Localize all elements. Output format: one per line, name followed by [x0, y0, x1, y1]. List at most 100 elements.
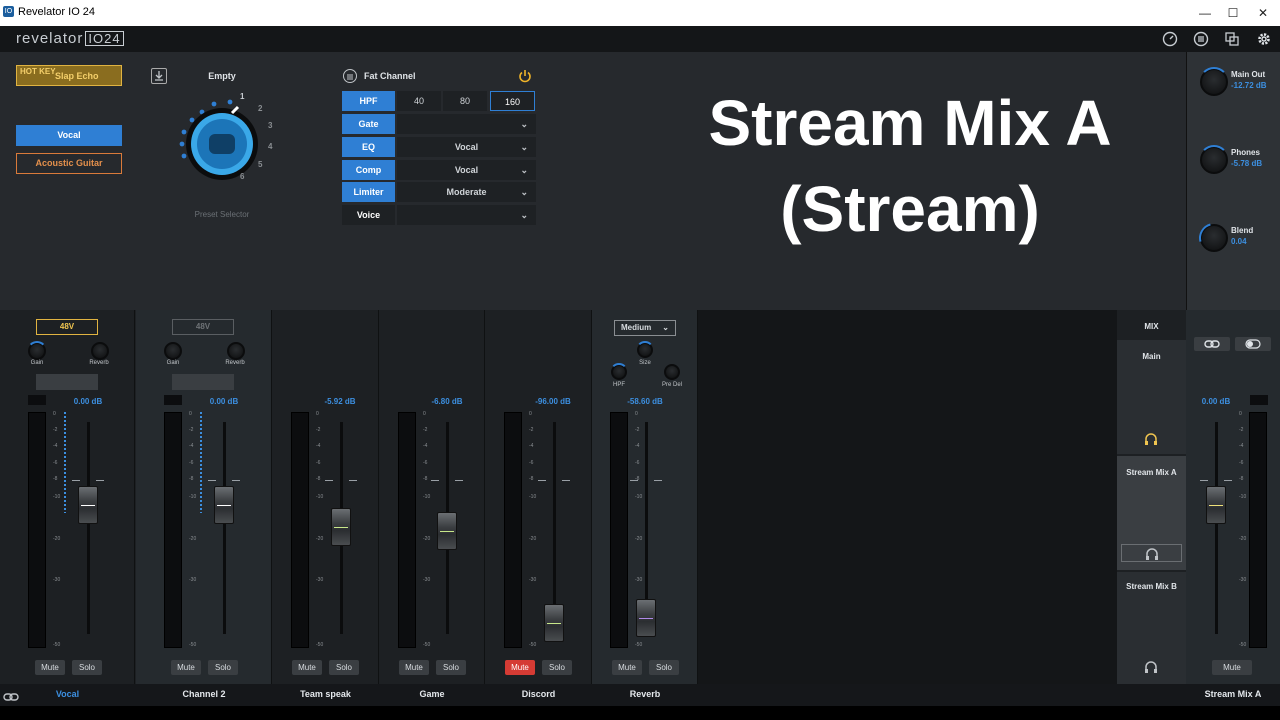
- preset-acoustic-guitar-button[interactable]: Acoustic Guitar: [16, 153, 122, 174]
- headphones-icon[interactable]: [1143, 432, 1159, 446]
- reverb-predelay-knob[interactable]: [664, 364, 680, 380]
- solo-button-ch5[interactable]: Solo: [542, 660, 572, 675]
- level-meter-ch3: [291, 412, 309, 648]
- main-out-knob[interactable]: [1199, 67, 1229, 96]
- blend-knob[interactable]: [1193, 217, 1235, 259]
- gate-toggle[interactable]: Gate: [342, 114, 395, 134]
- scale-tick: -4: [316, 443, 321, 450]
- channel-name-ch3[interactable]: Team speak: [272, 689, 379, 699]
- mute-button-ch1[interactable]: Mute: [35, 660, 65, 675]
- logo: revelator IO24: [16, 30, 124, 47]
- meter-scale-ch2: 0 -2 -4 -6 -8 -10 -20 -30 -50: [189, 412, 199, 648]
- channel-name-ch2[interactable]: Channel 2: [136, 689, 272, 699]
- gain-knob-ch2[interactable]: [164, 342, 182, 360]
- gain-knob-ch1[interactable]: [27, 341, 47, 360]
- reverb-size-knob[interactable]: [636, 341, 654, 358]
- chevron-down-icon: ⌄: [520, 142, 528, 152]
- fader-ch2[interactable]: [214, 485, 234, 524]
- limiter-select[interactable]: Moderate ⌄: [397, 182, 536, 202]
- phones-label: Phones: [1231, 148, 1260, 157]
- scale-tick: -30: [53, 577, 61, 584]
- solo-button-ch3[interactable]: Solo: [329, 660, 359, 675]
- mute-button-ch3[interactable]: Mute: [292, 660, 322, 675]
- headphones-button-stream-a[interactable]: [1121, 544, 1182, 562]
- pan-control-ch2[interactable]: [172, 374, 234, 390]
- fader-ch6[interactable]: [636, 598, 656, 637]
- fader-master[interactable]: [1206, 485, 1226, 524]
- unity-mark: [538, 480, 546, 481]
- solo-button-ch2[interactable]: Solo: [208, 660, 238, 675]
- voice-select[interactable]: ⌄: [397, 205, 536, 225]
- channel-name-ch4[interactable]: Game: [379, 689, 485, 699]
- comp-select[interactable]: Vocal ⌄: [397, 160, 536, 180]
- reverb-knob-ch1[interactable]: [91, 342, 109, 360]
- copy-icon[interactable]: [1224, 31, 1240, 47]
- hpf-option-80[interactable]: 80: [443, 91, 487, 111]
- headphones-icon[interactable]: [1143, 660, 1159, 674]
- meter-scale-ch5: 0 -2 -4 -6 -8 -10 -20 -30 -50: [529, 412, 539, 648]
- solo-button-ch1[interactable]: Solo: [72, 660, 102, 675]
- scale-tick: -10: [529, 494, 537, 501]
- limiter-toggle[interactable]: Limiter: [342, 182, 395, 202]
- hpf-option-40[interactable]: 40: [397, 91, 441, 111]
- scale-tick: -30: [529, 577, 537, 584]
- mute-button-ch6[interactable]: Mute: [612, 660, 642, 675]
- fader-track-ch1: [87, 422, 90, 634]
- channel-name-ch5[interactable]: Discord: [485, 689, 592, 699]
- reverb-room-select[interactable]: Medium ⌄: [614, 320, 676, 336]
- comp-toggle[interactable]: Comp: [342, 160, 395, 180]
- close-button[interactable]: ✕: [1248, 0, 1278, 26]
- mute-button-ch2[interactable]: Mute: [171, 660, 201, 675]
- fader-ch4[interactable]: [437, 511, 457, 550]
- voice-toggle[interactable]: Voice: [342, 205, 395, 225]
- channel-name-master[interactable]: Stream Mix A: [1186, 689, 1280, 699]
- unity-mark: [96, 480, 104, 481]
- phones-knob[interactable]: [1199, 145, 1229, 174]
- db-readout-ch6: -58.60 dB: [627, 397, 663, 406]
- reverb-hpf-knob[interactable]: [610, 363, 628, 380]
- minimize-button[interactable]: —: [1190, 0, 1220, 26]
- scale-tick: 0: [189, 411, 192, 417]
- channel-name-ch6[interactable]: Reverb: [592, 689, 698, 699]
- preset-selector-knob[interactable]: 1 2 3 4 5 6: [172, 92, 272, 194]
- gate-select[interactable]: ⌄: [397, 114, 536, 134]
- hpf-option-160[interactable]: 160: [490, 91, 535, 111]
- scale-tick: -6: [189, 459, 194, 466]
- hotkey-button[interactable]: HOT KEY Slap Echo: [16, 65, 122, 86]
- reverb-knob-ch2[interactable]: [227, 342, 245, 360]
- fc-row-limiter: Limiter Moderate ⌄: [342, 182, 536, 202]
- hpf-toggle[interactable]: HPF: [342, 91, 395, 111]
- level-meter-master: [1249, 412, 1267, 648]
- scale-tick: 0: [529, 411, 532, 417]
- gear-icon[interactable]: [1256, 31, 1272, 47]
- download-icon[interactable]: [151, 68, 167, 84]
- eq-toggle[interactable]: EQ: [342, 137, 395, 157]
- fader-ch1[interactable]: [78, 485, 98, 524]
- db-readout-ch5: -96.00 dB: [535, 397, 571, 406]
- scale-tick: -50: [635, 642, 643, 648]
- eq-select[interactable]: Vocal ⌄: [397, 137, 536, 157]
- mute-button-master[interactable]: Mute: [1212, 660, 1252, 675]
- fader-ch3[interactable]: [331, 508, 351, 547]
- scale-tick: -6: [53, 459, 58, 466]
- gauge-icon[interactable]: [1162, 31, 1178, 47]
- bottom-bar: [0, 706, 1280, 720]
- fader-ch5[interactable]: [544, 604, 564, 642]
- maximize-button[interactable]: ☐: [1218, 0, 1248, 26]
- power-icon[interactable]: [517, 68, 533, 84]
- toggle-icon[interactable]: [1235, 337, 1271, 351]
- preset-vocal-button[interactable]: Vocal: [16, 125, 122, 146]
- chevron-down-icon: ⌄: [520, 119, 528, 129]
- mute-button-ch4[interactable]: Mute: [399, 660, 429, 675]
- channel-name-ch1[interactable]: Vocal: [0, 689, 135, 699]
- channel-strip-vocal: [0, 310, 135, 684]
- mix-zone-stream-a-label: Stream Mix A: [1126, 468, 1177, 477]
- solo-button-ch4[interactable]: Solo: [436, 660, 466, 675]
- fc-row-voice: Voice ⌄: [342, 205, 536, 225]
- pan-control-ch1[interactable]: [36, 374, 98, 390]
- link-icon[interactable]: [1194, 337, 1230, 351]
- mixer-icon[interactable]: [1193, 31, 1209, 47]
- mute-button-ch5[interactable]: Mute: [505, 660, 535, 675]
- solo-button-ch6[interactable]: Solo: [649, 660, 679, 675]
- knob-mark-6: 6: [240, 172, 245, 181]
